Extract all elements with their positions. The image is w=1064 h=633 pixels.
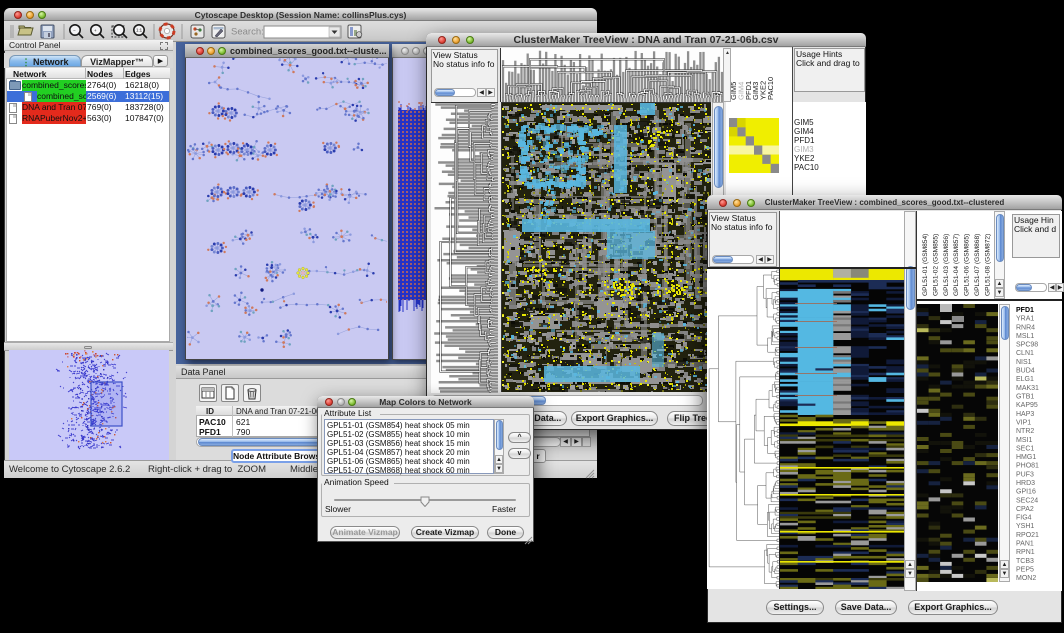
svg-text:PFD1: PFD1 xyxy=(1016,307,1034,314)
svg-text:HMG1: HMG1 xyxy=(1016,454,1036,461)
svg-text:RNR4: RNR4 xyxy=(1016,324,1035,331)
svg-text:GPL51-06 (GSM865): GPL51-06 (GSM865) xyxy=(964,234,971,296)
svg-text:GPL51-04 (GSM857): GPL51-04 (GSM857) xyxy=(953,234,960,296)
svg-text:VIP1: VIP1 xyxy=(1016,420,1031,427)
svg-text:ELG1: ELG1 xyxy=(1016,376,1034,383)
svg-text:GPI16: GPI16 xyxy=(1016,489,1036,496)
svg-text:NIS1: NIS1 xyxy=(1016,359,1032,366)
svg-text:GPL51-02 (GSM855): GPL51-02 (GSM855) xyxy=(932,234,939,296)
svg-text:GPL51-07 (GSM868): GPL51-07 (GSM868) xyxy=(974,234,981,296)
svg-text:MSI1: MSI1 xyxy=(1016,437,1032,444)
svg-text:NTR2: NTR2 xyxy=(1016,428,1034,435)
svg-text:HAP3: HAP3 xyxy=(1016,411,1034,418)
svg-text:MAK31: MAK31 xyxy=(1016,385,1039,392)
svg-text:HRD3: HRD3 xyxy=(1016,480,1035,487)
svg-text:CPA2: CPA2 xyxy=(1016,506,1034,513)
svg-text:SEC1: SEC1 xyxy=(1016,445,1034,452)
svg-text:YRA1: YRA1 xyxy=(1016,316,1034,323)
svg-text:PUF3: PUF3 xyxy=(1016,471,1034,478)
svg-text:RPO21: RPO21 xyxy=(1016,532,1039,539)
svg-text:MSL1: MSL1 xyxy=(1016,333,1034,340)
svg-text:MON2: MON2 xyxy=(1016,575,1036,582)
svg-text:BUD4: BUD4 xyxy=(1016,368,1035,375)
svg-text:GPL51-08 (GSM872): GPL51-08 (GSM872) xyxy=(984,234,991,296)
svg-text:SPC98: SPC98 xyxy=(1016,342,1038,349)
svg-text:GTB1: GTB1 xyxy=(1016,394,1034,401)
svg-text:PAN1: PAN1 xyxy=(1016,541,1034,548)
svg-text:GPL51-03 (GSM856): GPL51-03 (GSM856) xyxy=(943,234,950,296)
svg-text:+: + xyxy=(94,28,97,33)
svg-text:YSH1: YSH1 xyxy=(1016,523,1034,530)
svg-text:CLN1: CLN1 xyxy=(1016,350,1034,357)
svg-text:RPN1: RPN1 xyxy=(1016,549,1035,556)
svg-text:TCB3: TCB3 xyxy=(1016,558,1034,565)
svg-text:1:1: 1:1 xyxy=(136,28,143,33)
svg-text:PAC10: PAC10 xyxy=(766,77,775,100)
svg-text:PHO81: PHO81 xyxy=(1016,463,1039,470)
svg-text:SEC24: SEC24 xyxy=(1016,497,1038,504)
svg-text:Search:: Search: xyxy=(231,27,264,38)
svg-text:KAP95: KAP95 xyxy=(1016,402,1038,409)
svg-text:PEP5: PEP5 xyxy=(1016,567,1034,574)
svg-text:−: − xyxy=(73,28,76,33)
svg-text:FIG4: FIG4 xyxy=(1016,515,1032,522)
svg-text:GPL51-01 (GSM854): GPL51-01 (GSM854) xyxy=(922,234,929,296)
